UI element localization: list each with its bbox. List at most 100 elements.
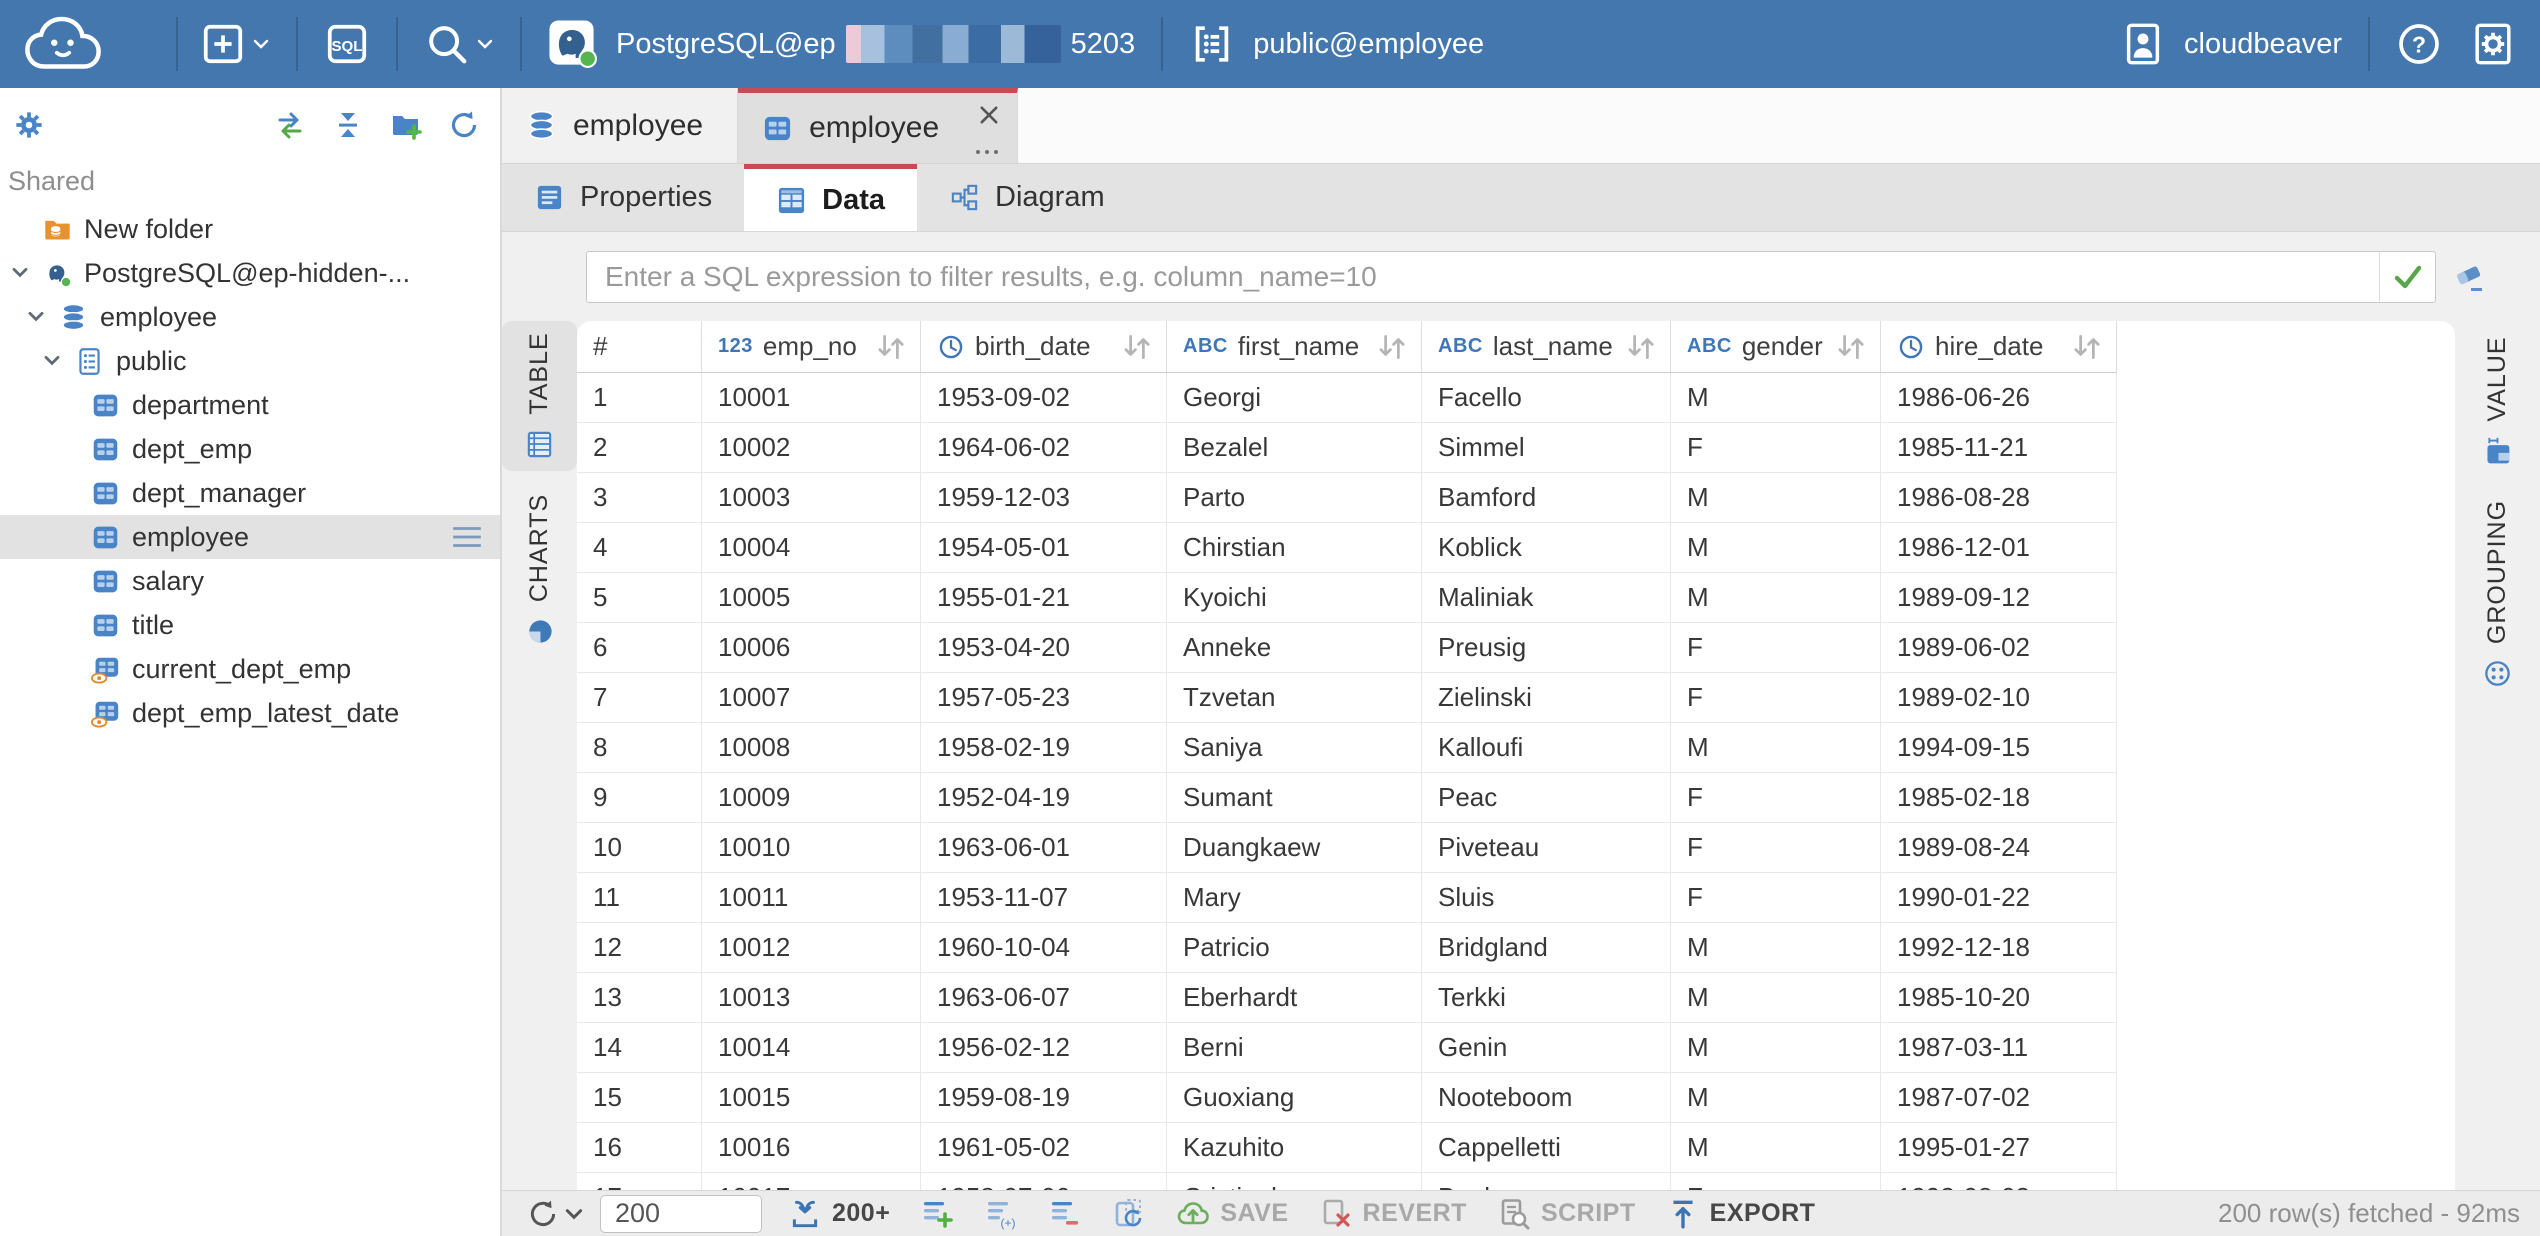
data-cell[interactable]: Cappelletti xyxy=(1422,1123,1671,1173)
help-icon[interactable]: ? xyxy=(2396,21,2442,67)
refresh-icon[interactable] xyxy=(448,109,480,141)
data-cell[interactable]: 10010 xyxy=(702,823,921,873)
data-cell[interactable]: 1994-09-15 xyxy=(1881,723,2117,773)
data-cell[interactable]: Sumant xyxy=(1167,773,1422,823)
data-cell[interactable]: 1992-12-18 xyxy=(1881,923,2117,973)
data-cell[interactable]: Maliniak xyxy=(1422,573,1671,623)
tree-item[interactable]: dept_manager xyxy=(0,471,500,515)
save-button[interactable]: SAVE xyxy=(1176,1197,1288,1231)
row-number-cell[interactable]: 5 xyxy=(577,573,702,623)
editor-tab[interactable]: employee xyxy=(502,88,738,163)
row-number-cell[interactable]: 16 xyxy=(577,1123,702,1173)
row-number-cell[interactable]: 14 xyxy=(577,1023,702,1073)
row-number-cell[interactable]: 12 xyxy=(577,923,702,973)
tree-item[interactable]: dept_emp xyxy=(0,427,500,471)
tree-item[interactable]: salary xyxy=(0,559,500,603)
chevron-down-icon[interactable] xyxy=(24,305,48,329)
row-number-cell[interactable]: 11 xyxy=(577,873,702,923)
tree-item[interactable]: dept_emp_latest_date xyxy=(0,691,500,735)
sort-icon[interactable] xyxy=(1834,333,1868,361)
tree-item[interactable]: employee xyxy=(0,515,500,559)
data-cell[interactable]: 1963-06-07 xyxy=(921,973,1167,1023)
data-cell[interactable]: M xyxy=(1671,473,1881,523)
data-cell[interactable]: F xyxy=(1671,1173,1881,1190)
duplicate-row-button[interactable]: (+) xyxy=(984,1197,1018,1231)
data-cell[interactable]: 10011 xyxy=(702,873,921,923)
view-tab[interactable]: Diagram xyxy=(917,164,1137,231)
editor-tab[interactable]: employee xyxy=(738,88,1018,163)
row-number-cell[interactable]: 17 xyxy=(577,1173,702,1190)
data-cell[interactable]: Terkki xyxy=(1422,973,1671,1023)
data-cell[interactable]: 1987-07-02 xyxy=(1881,1073,2117,1123)
column-header[interactable]: 123 emp_no xyxy=(702,321,921,373)
data-cell[interactable]: M xyxy=(1671,373,1881,423)
data-cell[interactable]: F xyxy=(1671,823,1881,873)
sort-icon[interactable] xyxy=(1624,333,1658,361)
data-cell[interactable]: Patricio xyxy=(1167,923,1422,973)
data-cell[interactable]: 1986-08-28 xyxy=(1881,473,2117,523)
data-cell[interactable]: Eberhardt xyxy=(1167,973,1422,1023)
data-cell[interactable]: M xyxy=(1671,723,1881,773)
data-cell[interactable]: M xyxy=(1671,573,1881,623)
data-cell[interactable]: Parto xyxy=(1167,473,1422,523)
data-cell[interactable]: Simmel xyxy=(1422,423,1671,473)
data-cell[interactable]: Koblick xyxy=(1422,523,1671,573)
data-cell[interactable]: Saniya xyxy=(1167,723,1422,773)
data-cell[interactable]: 10009 xyxy=(702,773,921,823)
navigator-settings-icon[interactable] xyxy=(14,110,44,140)
schema-selector[interactable]: public@employee xyxy=(1189,21,1484,67)
add-row-button[interactable] xyxy=(920,1197,954,1231)
data-cell[interactable]: Facello xyxy=(1422,373,1671,423)
new-folder-icon[interactable] xyxy=(390,109,422,141)
data-cell[interactable]: Zielinski xyxy=(1422,673,1671,723)
data-cell[interactable]: M xyxy=(1671,1073,1881,1123)
sql-filter-input[interactable] xyxy=(587,252,2379,302)
data-cell[interactable]: 10014 xyxy=(702,1023,921,1073)
data-cell[interactable]: 1987-03-11 xyxy=(1881,1023,2117,1073)
presentation-tab[interactable]: TABLE xyxy=(502,321,577,471)
data-cell[interactable]: M xyxy=(1671,923,1881,973)
script-button[interactable]: SCRIPT xyxy=(1497,1197,1636,1231)
link-editor-icon[interactable] xyxy=(274,109,306,141)
data-cell[interactable]: Georgi xyxy=(1167,373,1422,423)
data-cell[interactable]: Bamford xyxy=(1422,473,1671,523)
chevron-down-icon[interactable] xyxy=(40,349,64,373)
new-connection-button[interactable] xyxy=(200,21,270,67)
data-cell[interactable]: 1986-06-26 xyxy=(1881,373,2117,423)
data-cell[interactable]: 10013 xyxy=(702,973,921,1023)
clear-filter-icon[interactable] xyxy=(2452,260,2486,294)
data-cell[interactable]: 10005 xyxy=(702,573,921,623)
data-cell[interactable]: 1961-05-02 xyxy=(921,1123,1167,1173)
data-cell[interactable]: 1953-11-07 xyxy=(921,873,1167,923)
row-number-cell[interactable]: 9 xyxy=(577,773,702,823)
data-cell[interactable]: 10002 xyxy=(702,423,921,473)
settings-icon[interactable] xyxy=(2470,21,2516,67)
tab-overflow-icon[interactable] xyxy=(973,147,1001,157)
data-cell[interactable]: Peac xyxy=(1422,773,1671,823)
data-cell[interactable]: 1953-09-02 xyxy=(921,373,1167,423)
tree-item[interactable]: public xyxy=(0,339,500,383)
tree-item[interactable]: department xyxy=(0,383,500,427)
data-cell[interactable]: Duangkaew xyxy=(1167,823,1422,873)
refresh-document-button[interactable] xyxy=(1112,1197,1146,1231)
data-cell[interactable]: F xyxy=(1671,673,1881,723)
column-header[interactable]: hire_date xyxy=(1881,321,2117,373)
data-cell[interactable]: F xyxy=(1671,873,1881,923)
data-cell[interactable]: Tzvetan xyxy=(1167,673,1422,723)
data-cell[interactable]: 1989-06-02 xyxy=(1881,623,2117,673)
data-cell[interactable]: 1990-01-22 xyxy=(1881,873,2117,923)
column-header[interactable]: ABC gender xyxy=(1671,321,1881,373)
presentation-tab[interactable]: GROUPING xyxy=(2455,492,2540,697)
presentation-tab[interactable]: CHARTS xyxy=(502,483,577,658)
sort-icon[interactable] xyxy=(2070,333,2104,361)
data-cell[interactable]: 10001 xyxy=(702,373,921,423)
data-cell[interactable]: 1995-01-27 xyxy=(1881,1123,2117,1173)
data-cell[interactable]: F xyxy=(1671,773,1881,823)
connection-selector[interactable]: PostgreSQL@ep 5203 xyxy=(548,19,1135,69)
data-cell[interactable]: 1958-02-19 xyxy=(921,723,1167,773)
data-cell[interactable]: Kyoichi xyxy=(1167,573,1422,623)
data-cell[interactable]: 1985-10-20 xyxy=(1881,973,2117,1023)
view-tab[interactable]: Properties xyxy=(502,164,744,231)
data-cell[interactable]: 10004 xyxy=(702,523,921,573)
data-cell[interactable]: M xyxy=(1671,523,1881,573)
